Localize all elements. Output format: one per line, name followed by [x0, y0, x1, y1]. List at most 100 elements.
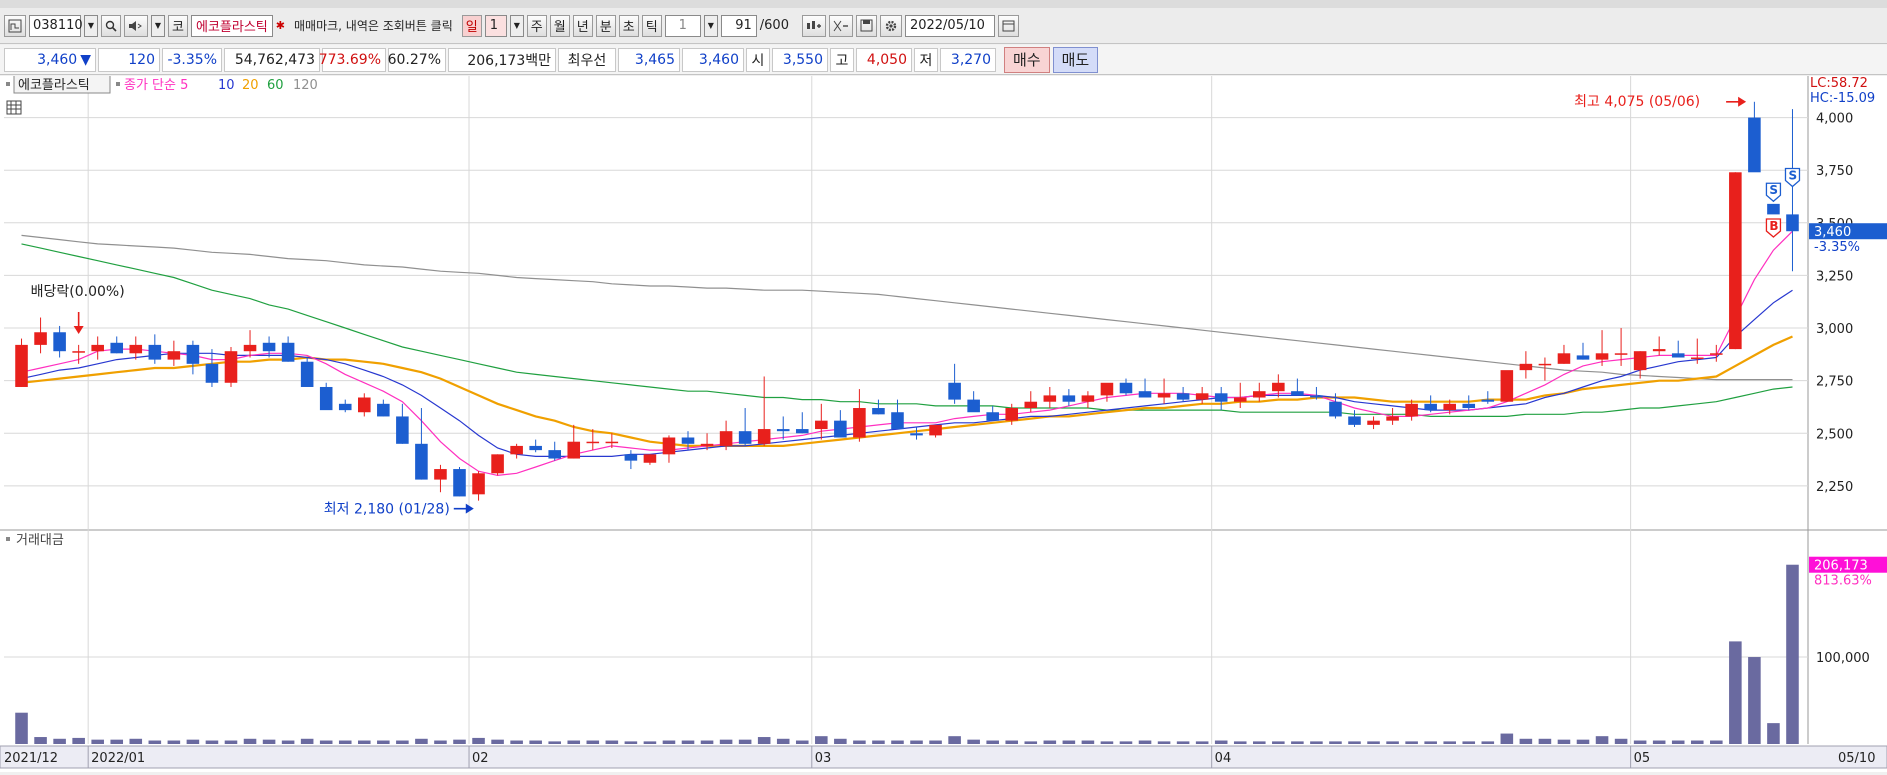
buy-button[interactable]: 매수 — [1004, 46, 1050, 73]
candle-body — [1138, 391, 1152, 398]
candle-body — [795, 429, 809, 434]
candle-body — [1595, 353, 1609, 360]
period-tab-week[interactable]: 주 — [526, 14, 547, 37]
candle-body — [586, 441, 600, 444]
volume-bar — [1214, 740, 1228, 744]
count-input[interactable]: 91 — [720, 14, 757, 37]
y-axis-panel — [1808, 76, 1887, 772]
volume-bar — [1043, 740, 1057, 744]
chevron-down-icon[interactable]: ▼ — [84, 14, 98, 37]
candle-body — [738, 431, 752, 444]
volume-bar — [567, 740, 581, 744]
candle-body — [624, 454, 638, 461]
trade-mark-icon: ✱ — [275, 19, 285, 32]
volume-bar — [1576, 739, 1590, 744]
period-tab-day[interactable]: 일 — [461, 14, 482, 37]
volume-bar — [34, 737, 47, 744]
volume-bar — [853, 740, 866, 744]
volume-bar — [1253, 741, 1266, 744]
candle-body — [1043, 395, 1057, 402]
price-panel — [0, 76, 1887, 530]
candle-body — [1157, 393, 1171, 398]
candle-body — [757, 429, 771, 444]
candle-body — [872, 408, 885, 415]
memo-text: 매매마크, 내역은 조회버튼 클릭 — [293, 19, 453, 33]
candle-body — [434, 469, 447, 480]
candle-body — [1291, 391, 1304, 396]
period-tab-second[interactable]: 초 — [618, 14, 639, 37]
legend-period-10: 10 — [218, 78, 235, 93]
toolbar: 038110 ▼ ▼ 코 에코플라스틱 ✱ 매매마크, 내역은 조회버튼 클릭 … — [0, 8, 1887, 44]
date-input[interactable]: 2022/05/10 — [904, 14, 995, 37]
y-tick-label: 2,250 — [1816, 480, 1853, 495]
volume-bar — [281, 740, 295, 744]
x-axis-band — [0, 745, 1887, 769]
sell-button[interactable]: 매도 — [1052, 46, 1099, 73]
gear-icon[interactable] — [879, 14, 902, 37]
volume-bar — [776, 738, 790, 744]
candle-body — [129, 344, 143, 354]
candle-body — [53, 332, 66, 352]
volume-value: 54,762,473 — [224, 47, 320, 72]
period-tab-year[interactable]: 년 — [572, 14, 593, 37]
current-price: 3,460 ▼ — [4, 47, 96, 72]
chart-type-icon[interactable] — [4, 14, 26, 37]
candle-body — [148, 344, 162, 360]
high-price: 4,050 — [856, 47, 912, 72]
lc-label: LC:58.72 — [1810, 76, 1868, 91]
candle-body — [1519, 363, 1533, 371]
count-max-text: /600 — [759, 18, 789, 33]
volume-bar — [1291, 741, 1304, 744]
chart-area: 4,0003,7503,5003,2503,0002,7502,5002,250… — [0, 74, 1887, 772]
candle-body — [415, 443, 428, 480]
candle-body — [605, 441, 619, 444]
tick-value-input[interactable]: 1 — [664, 14, 701, 37]
candle-body — [1081, 395, 1095, 402]
volume-bar — [300, 738, 314, 744]
volume-legend-bullet — [6, 537, 10, 541]
candle-body — [1310, 395, 1323, 398]
calendar-icon[interactable] — [997, 14, 1019, 37]
market-label[interactable]: 코 — [168, 14, 188, 37]
candle-body — [338, 403, 352, 411]
save-icon[interactable] — [855, 14, 877, 37]
open-price: 3,550 — [772, 47, 828, 72]
legend-ma-label: 종가 단순 5 — [124, 78, 188, 93]
trade-amount: 206,173백만 — [448, 47, 556, 72]
stock-code-input[interactable]: 038110 — [29, 14, 83, 37]
stock-name-field[interactable]: 에코플라스틱 — [191, 14, 273, 37]
period-tab-month[interactable]: 월 — [549, 14, 570, 37]
volume-bar — [738, 739, 752, 744]
candle-body — [815, 420, 828, 430]
candle-body — [1367, 420, 1380, 425]
volume-bar — [548, 741, 561, 744]
zoom-in-icon[interactable] — [801, 14, 826, 37]
speaker-icon[interactable] — [124, 14, 148, 37]
volume-bar — [967, 739, 980, 744]
volume-bar — [643, 741, 657, 744]
chevron-down-icon[interactable]: ▼ — [509, 14, 524, 37]
volume-bar — [1538, 738, 1552, 744]
search-icon[interactable] — [101, 14, 121, 37]
candle-body — [1348, 416, 1361, 425]
volume-bar — [72, 737, 85, 744]
zoom-out-icon[interactable] — [828, 14, 853, 37]
candle-body — [472, 473, 485, 495]
chevron-down-icon[interactable]: ▼ — [703, 14, 718, 37]
period-value-input[interactable]: 1 — [484, 14, 507, 37]
high-label: 최고 4,075 (05/06) — [1574, 94, 1700, 110]
candle-body — [281, 342, 295, 362]
low-label: 저 — [914, 47, 938, 72]
best-quote-label: 최우선 — [558, 47, 616, 72]
chevron-down-icon[interactable]: ▼ — [151, 14, 165, 37]
volume-bar — [1081, 740, 1095, 744]
period-tab-tick[interactable]: 틱 — [641, 14, 662, 37]
candle-body — [15, 344, 28, 387]
legend-period-60: 60 — [267, 78, 284, 93]
candle-body — [243, 344, 257, 352]
volume-bar — [434, 740, 447, 744]
price-chart[interactable]: 4,0003,7503,5003,2503,0002,7502,5002,250… — [0, 74, 1887, 772]
candle-body — [1329, 401, 1342, 417]
period-tab-minute[interactable]: 분 — [595, 14, 616, 37]
volume-bar — [1481, 741, 1495, 744]
